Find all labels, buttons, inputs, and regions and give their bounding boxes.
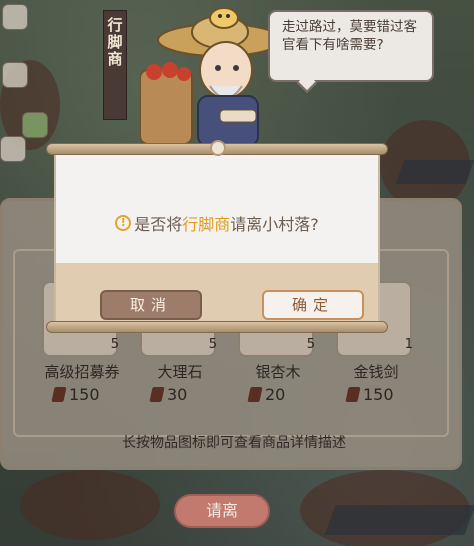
confirm-dialog: ! 是否将 行脚商 请离小村落? 取消 确定 xyxy=(46,140,388,335)
item-price: 30 xyxy=(149,385,188,404)
merchant-speech-bubble: 走过路过，莫要错过客官看下有啥需要? xyxy=(268,10,434,82)
item-quantity: 5 xyxy=(208,337,217,352)
scroll-rod-bottom xyxy=(46,321,388,333)
item-price-value: 150 xyxy=(363,385,394,404)
item-quantity: 5 xyxy=(110,337,119,352)
item-price: 150 xyxy=(51,385,100,404)
item-name: 金钱剑 xyxy=(353,363,399,381)
merchant-title-banner: 行脚商 xyxy=(103,10,127,120)
confirm-button[interactable]: 确定 xyxy=(262,290,364,320)
shop-hint: 长按物品图标即可查看商品详情描述 xyxy=(122,435,346,451)
item-price: 150 xyxy=(345,385,394,404)
speech-text: 走过路过，莫要错过客官看下有啥需要? xyxy=(282,19,417,53)
merchant-character[interactable] xyxy=(140,0,280,150)
warning-icon: ! xyxy=(115,215,132,231)
currency-icon xyxy=(247,387,263,402)
question-suffix: 请离小村落? xyxy=(230,215,319,234)
item-price: 20 xyxy=(247,385,286,404)
dialog-paper: ! 是否将 行脚商 请离小村落? 取消 确定 xyxy=(54,155,380,323)
merchant-title: 行脚商 xyxy=(105,17,124,68)
item-name: 大理石 xyxy=(157,363,203,381)
item-price-value: 20 xyxy=(265,385,286,404)
item-quantity: 5 xyxy=(306,337,315,352)
dismiss-merchant-button[interactable]: 请离 xyxy=(174,494,270,528)
dialog-question: ! 是否将 行脚商 请离小村落? xyxy=(56,211,378,235)
question-prefix: 是否将 xyxy=(134,215,183,234)
currency-icon xyxy=(149,387,165,402)
cancel-button[interactable]: 取消 xyxy=(100,290,202,320)
currency-icon xyxy=(345,387,361,402)
item-name: 银杏木 xyxy=(255,363,301,381)
leaf-icon[interactable] xyxy=(22,112,48,138)
knot-ornament-icon xyxy=(210,140,226,156)
menu-icon[interactable] xyxy=(2,4,28,30)
item-price-value: 30 xyxy=(167,385,188,404)
item-name: 高级招募券 xyxy=(44,363,120,381)
item-quantity: 1 xyxy=(404,337,413,352)
book-icon[interactable] xyxy=(0,136,26,162)
question-merchant-name: 行脚商 xyxy=(182,215,231,234)
currency-icon xyxy=(51,387,67,402)
item-price-value: 150 xyxy=(69,385,100,404)
cat-icon[interactable] xyxy=(2,62,28,88)
